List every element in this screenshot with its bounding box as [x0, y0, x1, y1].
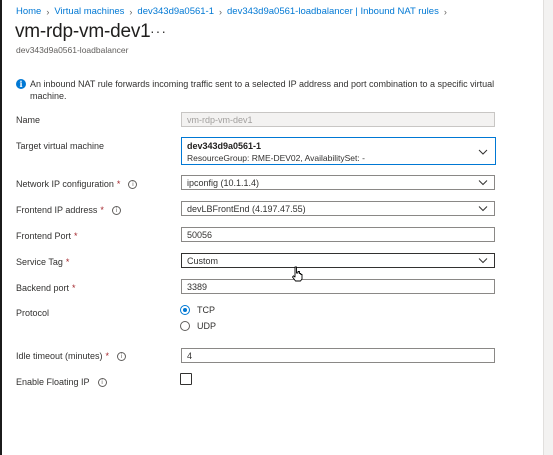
target-vm-select[interactable]: dev343d9a0561-1 ResourceGroup: RME-DEV02…	[181, 137, 496, 165]
protocol-tcp-radio[interactable]: TCP	[180, 305, 215, 315]
name-label-text: Name	[16, 115, 41, 125]
protocol-udp-label: UDP	[197, 321, 217, 331]
chevron-right-icon: ›	[219, 6, 223, 17]
service-tag-label: Service Tag *	[16, 257, 69, 267]
chevron-down-icon	[478, 255, 488, 266]
protocol-label-text: Protocol	[16, 308, 50, 318]
chevron-down-icon	[478, 203, 488, 214]
required-marker: *	[65, 257, 70, 267]
idle-timeout-label: Idle timeout (minutes) * i	[16, 351, 127, 361]
help-circle-icon[interactable]: i	[128, 179, 138, 189]
backend-port-value: 3389	[187, 281, 208, 292]
required-marker: *	[74, 231, 78, 241]
required-marker: *	[72, 283, 76, 293]
floating-ip-label-text: Enable Floating IP	[16, 377, 90, 387]
more-options-button[interactable]: ···	[150, 23, 167, 39]
idle-timeout-label-text: Idle timeout (minutes)	[16, 351, 103, 361]
help-circle-icon[interactable]: i	[111, 205, 121, 215]
frontend-ip-label: Frontend IP address * i	[16, 205, 121, 215]
backend-port-label-text: Backend port	[16, 283, 70, 293]
chevron-down-icon	[478, 147, 488, 158]
service-tag-value: Custom	[187, 255, 219, 266]
radio-unselected-icon	[180, 321, 190, 331]
service-tag-label-text: Service Tag	[16, 257, 63, 267]
help-circle-icon[interactable]: i	[117, 351, 127, 361]
breadcrumb-home[interactable]: Home	[16, 6, 41, 17]
protocol-tcp-label: TCP	[197, 305, 215, 315]
network-ip-label: Network IP configuration * i	[16, 179, 138, 189]
breadcrumb: Home › Virtual machines › dev343d9a0561-…	[16, 6, 452, 17]
frontend-port-label: Frontend Port *	[16, 231, 78, 241]
idle-timeout-value: 4	[187, 350, 193, 361]
protocol-udp-radio[interactable]: UDP	[180, 321, 216, 331]
radio-selected-icon	[180, 305, 190, 315]
page-subtitle: dev343d9a0561-loadbalancer	[16, 45, 129, 55]
scrollbar[interactable]	[543, 0, 553, 455]
chevron-down-icon	[478, 177, 488, 188]
help-circle-icon[interactable]: i	[97, 377, 107, 387]
info-icon: i	[16, 79, 26, 89]
network-ip-value: ipconfig (10.1.1.4)	[187, 177, 260, 188]
name-value: vm-rdp-vm-dev1	[187, 114, 253, 125]
name-field: vm-rdp-vm-dev1	[181, 112, 495, 127]
hand-cursor-icon	[292, 266, 303, 282]
breadcrumb-virtual-machines[interactable]: Virtual machines	[54, 6, 124, 17]
breadcrumb-nat-rules[interactable]: dev343d9a0561-loadbalancer | Inbound NAT…	[227, 6, 439, 17]
target-vm-name: dev343d9a0561-1	[187, 141, 262, 151]
window-border	[0, 0, 2, 455]
info-text: An inbound NAT rule forwards incoming tr…	[30, 79, 495, 101]
idle-timeout-input[interactable]: 4	[181, 348, 495, 363]
frontend-ip-value: devLBFrontEnd (4.197.47.55)	[187, 203, 306, 214]
target-vm-meta: ResourceGroup: RME-DEV02, AvailabilitySe…	[187, 153, 365, 163]
frontend-ip-select[interactable]: devLBFrontEnd (4.197.47.55)	[181, 201, 495, 216]
name-label: Name	[16, 115, 40, 125]
required-marker: *	[105, 351, 110, 361]
backend-port-input[interactable]: 3389	[181, 279, 495, 294]
network-ip-label-text: Network IP configuration	[16, 179, 114, 189]
network-ip-select[interactable]: ipconfig (10.1.1.4)	[181, 175, 495, 190]
target-vm-label: Target virtual machine	[16, 141, 104, 151]
required-marker: *	[116, 179, 121, 189]
floating-ip-label: Enable Floating IP i	[16, 377, 107, 387]
frontend-port-input[interactable]: 50056	[181, 227, 495, 242]
service-tag-select[interactable]: Custom	[181, 253, 495, 268]
frontend-port-value: 50056	[187, 229, 213, 240]
backend-port-label: Backend port *	[16, 283, 76, 293]
breadcrumb-vm[interactable]: dev343d9a0561-1	[137, 6, 214, 17]
chevron-right-icon: ›	[443, 6, 447, 17]
chevron-right-icon: ›	[129, 6, 133, 17]
protocol-label: Protocol	[16, 308, 49, 318]
required-marker: *	[100, 205, 104, 215]
floating-ip-checkbox[interactable]	[180, 373, 192, 385]
target-vm-label-text: Target virtual machine	[16, 141, 105, 151]
frontend-port-label-text: Frontend Port	[16, 231, 72, 241]
info-banner: i An inbound NAT rule forwards incoming …	[16, 78, 496, 102]
page-title: vm-rdp-vm-dev1	[15, 21, 151, 42]
chevron-right-icon: ›	[46, 6, 50, 17]
frontend-ip-label-text: Frontend IP address	[16, 205, 98, 215]
